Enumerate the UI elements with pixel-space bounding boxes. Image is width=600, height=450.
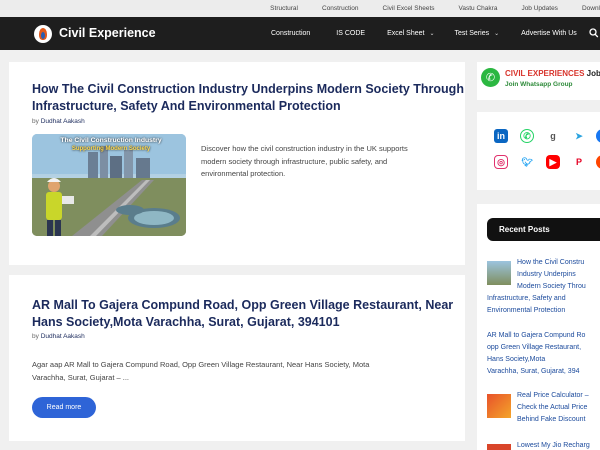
top-utility-bar: Structural Construction Civil Excel Shee… [0,0,600,17]
read-more-button[interactable]: Read more [32,397,96,418]
post-card: AR Mall To Gajera Compund Road, Opp Gree… [9,275,465,441]
recent-post-thumbnail[interactable] [487,444,511,450]
recent-post-thumbnail[interactable] [487,394,511,418]
author-link[interactable]: Dudhat Aakash [41,118,85,125]
whatsapp-banner[interactable]: ✆ CIVIL EXPERIENCES Job Join Whatsapp Gr… [477,62,600,100]
post-card: How The Civil Construction Industry Unde… [9,62,465,265]
top-link-civil-excel-sheets[interactable]: Civil Excel Sheets [383,5,435,12]
recent-post-link[interactable]: AR Mall to Gajera Compund Ro opp Green V… [487,330,585,378]
whatsapp-banner-subtitle: Join Whatsapp Group [505,81,573,88]
post-excerpt: Discover how the civil construction indu… [201,144,408,178]
thumbnail-banner: The Civil Construction Industry Supporti… [60,137,162,152]
instagram-icon[interactable]: ◎ [494,155,508,169]
recent-posts-heading: Recent Posts [487,218,600,241]
whatsapp-icon[interactable]: ✆ [520,129,534,143]
twitter-icon[interactable]: 🐦︎ [520,155,534,169]
chevron-down-icon: ⌄ [494,31,500,37]
site-logo[interactable] [34,25,52,43]
nav-item-excel-sheet[interactable]: Excel Sheet ⌄ [387,30,434,37]
main-nav: Construction IS CODE Excel Sheet ⌄ Test S… [271,17,577,50]
site-title[interactable]: Civil Experience [59,26,156,40]
search-icon[interactable] [589,27,599,39]
post-title[interactable]: AR Mall To Gajera Compund Road, Opp Gree… [32,297,453,331]
top-link-job-updates[interactable]: Job Updates [521,5,558,12]
post-byline: by Dudhat Aakash [32,333,85,340]
nav-item-advertise[interactable]: Advertise With Us [521,30,577,37]
post-excerpt: Agar aap AR Mall to Gajera Compund Road,… [32,360,370,382]
top-link-construction[interactable]: Construction [322,5,359,12]
recent-post-thumbnail[interactable] [487,261,511,285]
recent-post-link-continued[interactable]: Infrastructure, Safety and Environmental… [487,293,566,317]
youtube-icon[interactable]: ▶ [546,155,560,169]
facebook-icon[interactable]: f [596,129,600,143]
linkedin-icon[interactable]: in [494,129,508,143]
top-link-downloads[interactable]: Downl [582,5,600,12]
post-title[interactable]: How The Civil Construction Industry Unde… [32,81,464,115]
reddit-icon[interactable]: ● [596,155,600,169]
post-byline: by Dudhat Aakash [32,118,85,125]
top-link-vastu-chakra[interactable]: Vastu Chakra [459,5,498,12]
nav-item-is-code[interactable]: IS CODE [336,30,365,37]
chevron-down-icon: ⌄ [429,31,435,37]
recent-post-link[interactable]: Real Price Calculator – Check the Actual… [517,390,589,426]
author-link[interactable]: Dudhat Aakash [41,333,85,340]
nav-item-test-series[interactable]: Test Series ⌄ [454,30,499,37]
whatsapp-icon: ✆ [481,68,500,87]
top-links: Structural Construction Civil Excel Shee… [246,0,600,17]
whatsapp-banner-title: CIVIL EXPERIENCES Job [505,69,600,78]
telegram-icon[interactable]: ➤ [572,129,586,143]
nav-item-construction[interactable]: Construction [271,30,310,37]
goodreads-icon[interactable]: g [546,129,560,143]
recent-post-link[interactable]: How the Civil Constru Industry Underpins… [517,257,586,293]
recent-post-link[interactable]: Lowest My Jio Recharg [517,440,590,450]
pinterest-icon[interactable]: P [572,155,586,169]
top-link-structural[interactable]: Structural [270,5,298,12]
post-thumbnail[interactable]: The Civil Construction Industry Supporti… [32,134,186,236]
site-header: Civil Experience Construction IS CODE Ex… [0,17,600,50]
social-icons-panel: in ✆ g ➤ f ◎ 🐦︎ ▶ P ● [477,112,600,190]
recent-posts-widget: Recent Posts How the Civil Constru Indus… [477,204,600,450]
